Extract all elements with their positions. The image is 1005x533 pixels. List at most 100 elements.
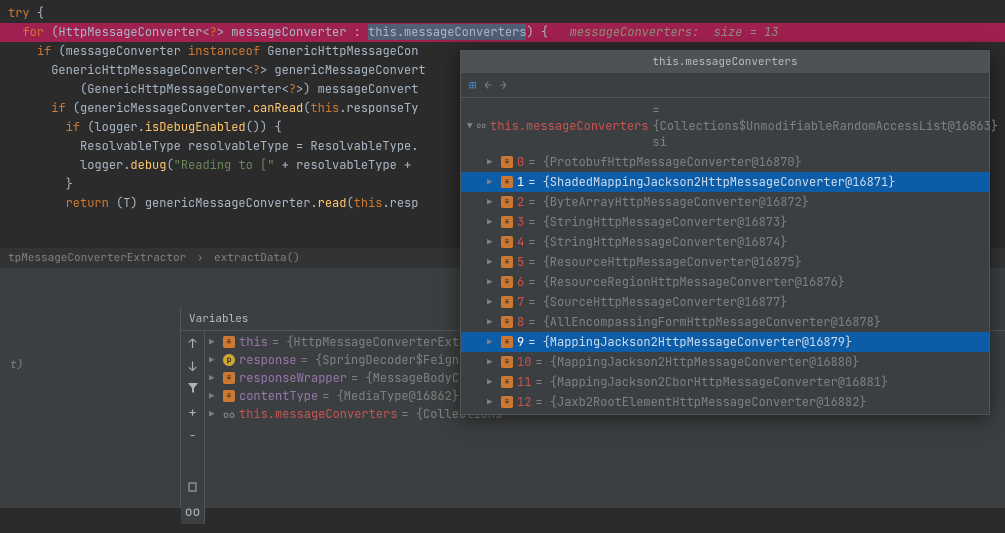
glasses-icon[interactable]: oo	[185, 503, 201, 520]
expand-arrow-icon[interactable]: ▶	[209, 354, 219, 366]
popup-item-row[interactable]: ▶≡ 12 = {Jaxb2RootElementHttpMessageConv…	[461, 392, 989, 412]
popup-item-row[interactable]: ▶≡ 5 = {ResourceHttpMessageConverter@168…	[461, 252, 989, 272]
filter-icon[interactable]	[187, 381, 199, 398]
array-index: 3	[517, 214, 524, 230]
popup-item-row[interactable]: ▶≡ 2 = {ByteArrayHttpMessageConverter@16…	[461, 192, 989, 212]
expand-arrow-icon[interactable]: ▶	[209, 408, 219, 420]
variable-value: = {MessageBodyCl	[351, 370, 466, 386]
popup-item-row[interactable]: ▶≡ 3 = {StringHttpMessageConverter@16873…	[461, 212, 989, 232]
variable-value: = {SpringDecoder$FeignRes	[301, 352, 481, 368]
code-line[interactable]: try {	[0, 4, 1005, 23]
array-index: 12	[517, 394, 531, 410]
array-value: = {ResourceHttpMessageConverter@16875}	[528, 254, 802, 270]
copy-icon[interactable]	[187, 480, 199, 497]
glasses-icon: oo	[476, 120, 486, 132]
expand-arrow-icon[interactable]: ▶	[487, 376, 497, 388]
variable-badge-icon: ≡	[223, 390, 235, 402]
field-badge-icon: ≡	[501, 336, 513, 348]
array-value: = {StringHttpMessageConverter@16874}	[528, 234, 787, 250]
expand-arrow-icon[interactable]: ▶	[487, 196, 497, 208]
remove-icon[interactable]: −	[189, 427, 197, 444]
popup-item-row[interactable]: ▶≡ 11 = {MappingJackson2CborHttpMessageC…	[461, 372, 989, 392]
array-value: = {AllEncompassingFormHttpMessageConvert…	[528, 314, 881, 330]
popup-item-row[interactable]: ▶≡ 4 = {StringHttpMessageConverter@16874…	[461, 232, 989, 252]
frame-hint: t)	[10, 358, 23, 372]
arrow-up-icon[interactable]: ↑	[189, 335, 197, 352]
variable-name: response	[239, 352, 297, 368]
expand-arrow-icon[interactable]: ▶	[487, 256, 497, 268]
breadcrumb-method[interactable]: extractData()	[214, 251, 300, 265]
code-line-highlighted[interactable]: for (HttpMessageConverter<?> messageConv…	[0, 23, 1005, 42]
variable-badge-icon: oo	[223, 408, 235, 420]
popup-item-row[interactable]: ▶ ≡ 1 = {ShadedMappingJackson2HttpMessage…	[461, 172, 989, 192]
expand-arrow-icon[interactable]: ▶	[209, 372, 219, 384]
array-value: = {ByteArrayHttpMessageConverter@16872}	[528, 194, 809, 210]
field-badge-icon: ≡	[501, 296, 513, 308]
field-badge-icon: ≡	[501, 216, 513, 228]
expand-arrow-icon[interactable]: ▶	[487, 276, 497, 288]
collapse-arrow-icon[interactable]: ▼	[467, 120, 472, 132]
expand-arrow-icon[interactable]: ▶	[487, 296, 497, 308]
array-index: 8	[517, 314, 524, 330]
variable-badge-icon: ≡	[223, 372, 235, 384]
array-index: 0	[517, 154, 524, 170]
nav-forward-icon[interactable]: →	[499, 77, 506, 93]
evaluate-expression-popup[interactable]: this.messageConverters ⊞ ← → ▼ oo this.mes…	[460, 50, 990, 415]
popup-item-row[interactable]: ▶ ≡ 9 = {MappingJackson2HttpMessageConver…	[461, 332, 989, 352]
array-value: = {SourceHttpMessageConverter@16877}	[528, 294, 787, 310]
array-index: 11	[517, 374, 531, 390]
add-icon[interactable]: +	[189, 404, 197, 421]
expand-arrow-icon[interactable]: ▶	[209, 390, 219, 402]
variable-badge-icon: p	[223, 354, 235, 366]
array-index: 4	[517, 234, 524, 250]
popup-item-row[interactable]: ▶ ≡ 10 = {MappingJackson2HttpMessageConve…	[461, 352, 989, 372]
expand-arrow-icon[interactable]: ▶	[487, 236, 497, 248]
array-index: 5	[517, 254, 524, 270]
nav-back-icon[interactable]: ←	[484, 77, 491, 93]
popup-item-row[interactable]: ▶ ≡ 7 = {SourceHttpMessageConverter@16877…	[461, 292, 989, 312]
field-badge-icon: ≡	[501, 176, 513, 188]
variable-name: this.messageConverters	[239, 406, 397, 422]
field-badge-icon: ≡	[501, 396, 513, 408]
variable-name: responseWrapper	[239, 370, 347, 386]
expand-arrow-icon[interactable]: ▶	[487, 316, 497, 328]
popup-tree[interactable]: ▼oothis.messageConverters = {Collections…	[461, 98, 989, 414]
expand-arrow-icon[interactable]: ▶	[487, 396, 497, 408]
array-value: = {MappingJackson2CborHttpMessageConvert…	[535, 374, 888, 390]
expand-arrow-icon[interactable]: ▶	[487, 176, 497, 188]
array-index: 7	[517, 294, 524, 310]
array-value: = {ShadedMappingJackson2HttpMessageConve…	[528, 174, 895, 190]
array-value: = {ProtobufHttpMessageConverter@16870}	[528, 154, 802, 170]
variable-badge-icon: ≡	[223, 336, 235, 348]
chevron-right-icon: ›	[197, 251, 204, 265]
array-index: 1	[517, 174, 524, 190]
popup-item-row[interactable]: ▶ ≡ 8 = {AllEncompassingFormHttpMessageCo…	[461, 312, 989, 332]
expand-arrow-icon[interactable]: ▶	[487, 216, 497, 228]
field-badge-icon: ≡	[501, 196, 513, 208]
arrow-down-icon[interactable]: ↓	[189, 358, 197, 375]
variable-value: = {MediaType@16862} "a	[322, 388, 480, 404]
variables-title: Variables	[189, 312, 248, 326]
popup-item-row[interactable]: ▶ ≡ 0 = {ProtobufHttpMessageConverter@168…	[461, 152, 989, 172]
popup-root-name: this.messageConverters	[490, 118, 648, 134]
popup-item-row[interactable]: ▶≡ 6 = {ResourceRegionHttpMessageConvert…	[461, 272, 989, 292]
breadcrumb-class[interactable]: tpMessageConverterExtractor	[8, 251, 186, 265]
expand-arrow-icon[interactable]: ▶	[209, 336, 219, 348]
field-badge-icon: ≡	[501, 356, 513, 368]
expand-arrow-icon[interactable]: ▶	[487, 356, 497, 368]
popup-root-row[interactable]: ▼oothis.messageConverters = {Collections…	[461, 100, 989, 152]
expand-arrow-icon[interactable]: ▶	[487, 336, 497, 348]
new-watch-icon[interactable]: ⊞	[469, 77, 476, 93]
array-value: = {MappingJackson2HttpMessageConverter@1…	[535, 354, 859, 370]
popup-title: this.messageConverters	[461, 51, 989, 73]
array-index: 6	[517, 274, 524, 290]
expand-arrow-icon[interactable]: ▶	[487, 156, 497, 168]
array-value: = {MappingJackson2HttpMessageConverter@1…	[528, 334, 852, 350]
frames-pane[interactable]: t)	[0, 308, 180, 508]
array-index: 9	[517, 334, 524, 350]
array-value: = {ResourceRegionHttpMessageConverter@16…	[528, 274, 845, 290]
field-badge-icon: ≡	[501, 316, 513, 328]
field-badge-icon: ≡	[501, 156, 513, 168]
array-index: 10	[517, 354, 531, 370]
popup-root-value: = {Collections$UnmodifiableRandomAccessL…	[652, 102, 998, 150]
